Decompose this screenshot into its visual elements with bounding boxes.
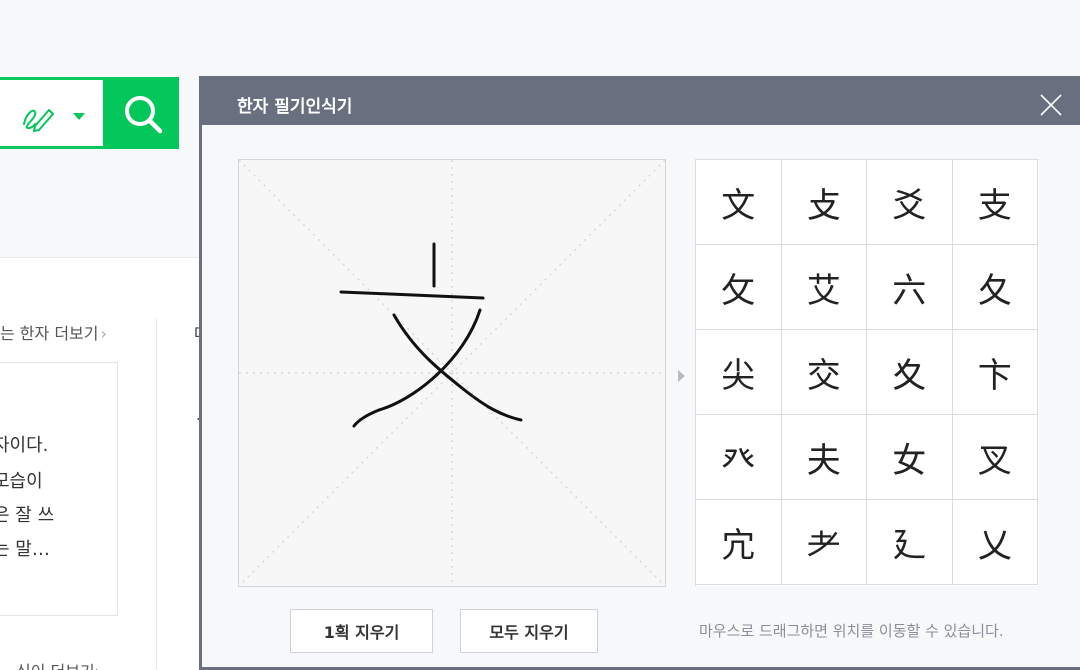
chevron-right-icon: ›	[95, 662, 101, 670]
more-hanja-label: 는 한자 더보기	[0, 324, 99, 343]
chevron-right-icon: ›	[100, 324, 107, 343]
handwriting-pen-icon[interactable]	[21, 102, 57, 132]
candidate-grid: 文 攴 爻 支 攵 艾 六 夂 尖 交 夊 卞 癶 夫 女 叉 宂 耂 廴 乂	[695, 159, 1039, 586]
modal-header[interactable]: 한자 필기인식기	[202, 79, 1080, 125]
dropdown-caret-icon[interactable]	[73, 113, 85, 120]
drawing-surface[interactable]	[238, 159, 666, 587]
candidate-cell[interactable]: 攴	[781, 160, 867, 245]
info-line: 자이다.	[0, 435, 49, 456]
candidate-cell[interactable]: 叉	[952, 415, 1038, 500]
info-line: 모습이	[0, 471, 43, 492]
info-line: 은 잘 쓰	[0, 505, 55, 526]
search-input-area[interactable]	[0, 77, 106, 149]
candidate-cell[interactable]: 耂	[781, 500, 867, 585]
candidate-cell[interactable]: 交	[781, 330, 867, 415]
candidate-cell[interactable]: 六	[867, 245, 953, 330]
handwritten-strokes	[339, 242, 523, 428]
modal-title: 한자 필기인식기	[237, 97, 353, 117]
divider	[156, 318, 157, 670]
drag-hint-text: 마우스로 드래그하면 위치를 이동할 수 있습니다.	[699, 622, 1004, 640]
hanja-handwriting-modal[interactable]: 한자 필기인식기 文 攴 爻 支 攵 艾 六 夂 尖 交 夊 卞 癶 夫 女 叉…	[199, 76, 1080, 670]
candidate-cell[interactable]: 爻	[867, 160, 953, 245]
candidate-cell[interactable]: 乂	[952, 500, 1038, 585]
candidate-cell[interactable]: 夂	[952, 245, 1038, 330]
candidate-cell[interactable]: 女	[867, 415, 953, 500]
info-line: 는 말…	[0, 539, 50, 560]
search-button[interactable]	[106, 77, 179, 149]
candidate-cell[interactable]: 卞	[952, 330, 1038, 415]
more-link[interactable]: 식이 더보기›	[16, 658, 101, 670]
search-icon	[125, 96, 163, 134]
arrow-right-icon	[678, 370, 685, 382]
info-card: 자이다. 모습이 은 잘 쓰 는 말…	[0, 362, 118, 616]
candidate-cell[interactable]: 宂	[696, 500, 782, 585]
candidate-cell[interactable]: 攵	[696, 245, 782, 330]
candidate-cell[interactable]: 夫	[781, 415, 867, 500]
candidate-cell[interactable]: 艾	[781, 245, 867, 330]
drawing-canvas[interactable]	[238, 159, 666, 587]
candidate-cell[interactable]: 癶	[696, 415, 782, 500]
more-link-label: 식이 더보기	[16, 662, 95, 670]
close-icon[interactable]	[1039, 93, 1063, 117]
clear-all-button[interactable]: 모두 지우기	[460, 609, 598, 653]
guide-lines	[238, 159, 666, 587]
candidate-cell[interactable]: 文	[696, 160, 782, 245]
candidate-cell[interactable]: 尖	[696, 330, 782, 415]
candidate-cell[interactable]: 廴	[867, 500, 953, 585]
candidate-cell[interactable]: 支	[952, 160, 1038, 245]
undo-stroke-button[interactable]: 1획 지우기	[290, 609, 433, 653]
candidate-cell[interactable]: 夊	[867, 330, 953, 415]
more-hanja-link[interactable]: 는 한자 더보기 ›	[0, 320, 107, 344]
